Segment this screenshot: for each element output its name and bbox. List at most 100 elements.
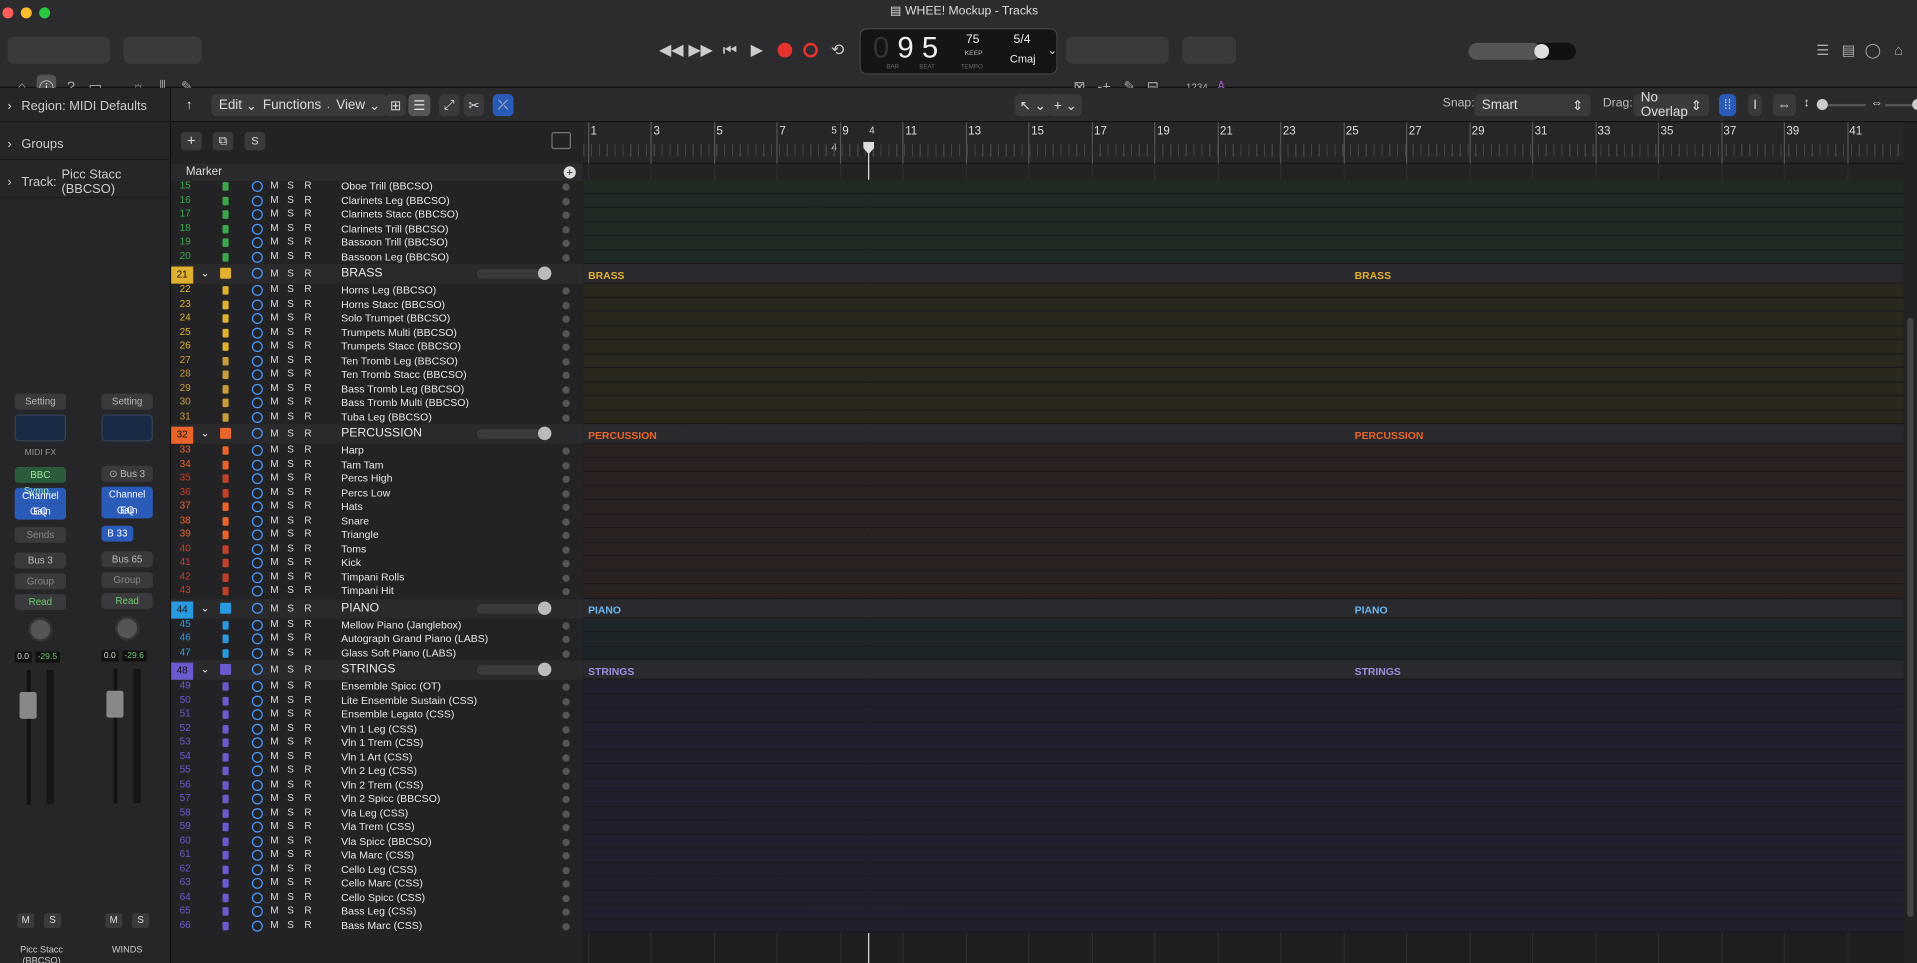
record-enable-button[interactable]: R — [304, 570, 311, 581]
track-header[interactable]: 27 M S R Ten Tromb Leg (BBCSO) — [171, 354, 583, 368]
track-lane[interactable] — [583, 820, 1904, 835]
record-enable-button[interactable]: R — [304, 919, 311, 930]
track-volume-knob[interactable] — [562, 301, 570, 309]
mute-button[interactable]: M — [270, 180, 278, 191]
folder-track-header[interactable]: 32 ⌄ M S R PERCUSSION — [171, 424, 584, 444]
track-lane[interactable] — [583, 862, 1904, 877]
master-volume-slider[interactable] — [1468, 42, 1576, 60]
group-slot[interactable]: Group — [14, 573, 67, 590]
track-lane[interactable] — [583, 584, 1904, 599]
mute-button[interactable]: M — [270, 570, 278, 581]
track-header[interactable]: 49 M S R Ensemble Spicc (OT) — [171, 680, 583, 694]
track-lane[interactable] — [583, 848, 1904, 863]
record-enable-button[interactable]: R — [304, 298, 311, 309]
power-icon[interactable] — [251, 284, 263, 296]
power-icon[interactable] — [251, 195, 263, 207]
solo-button[interactable]: S — [287, 736, 294, 747]
mute-button[interactable]: M — [270, 820, 278, 831]
track-header[interactable]: 62 M S R Cello Leg (CSS) — [171, 863, 583, 877]
folder-volume-slider[interactable] — [476, 426, 552, 441]
track-lane[interactable] — [583, 250, 1904, 265]
track-volume-knob[interactable] — [562, 908, 570, 916]
channel-eq-slot[interactable]: Channel EQ — [101, 486, 153, 516]
record-enable-button[interactable]: R — [304, 722, 311, 733]
scissors-icon[interactable]: ✂ — [463, 94, 485, 117]
track-lane[interactable] — [583, 325, 1904, 340]
power-icon[interactable] — [251, 267, 263, 279]
track-header[interactable]: 31 M S R Tuba Leg (BBCSO) — [171, 410, 583, 424]
track-header[interactable]: 15 M S R Oboe Trill (BBCSO) — [171, 180, 583, 194]
track-volume-knob[interactable] — [562, 795, 570, 804]
track-volume-knob[interactable] — [562, 880, 570, 888]
solo-button[interactable]: S — [287, 618, 294, 629]
solo-button[interactable]: S — [287, 396, 294, 407]
record-enable-button[interactable]: R — [304, 764, 311, 775]
record-enable-button[interactable]: R — [304, 180, 311, 191]
solo-button[interactable]: S — [287, 848, 294, 859]
volume-fader[interactable] — [101, 668, 152, 804]
solo-button[interactable]: S — [287, 472, 294, 483]
folder-track-header[interactable]: 21 ⌄ M S R BRASS — [171, 264, 584, 284]
eq-thumbnail[interactable] — [14, 414, 67, 442]
track-header[interactable]: 58 M S R Vla Leg (CSS) — [171, 806, 583, 820]
lcd-display[interactable]: 0 9 5 BAR BEAT 75 KEEP TEMPO 5/4 Cmaj ⌄ — [859, 28, 1058, 75]
track-volume-knob[interactable] — [562, 183, 570, 191]
solo-button[interactable]: S — [287, 863, 294, 874]
mute-button[interactable]: M — [270, 863, 278, 874]
track-header[interactable]: 41 M S R Kick — [171, 556, 583, 570]
track-volume-knob[interactable] — [562, 475, 570, 483]
solo-button[interactable]: S — [287, 194, 294, 205]
solo-button[interactable]: S — [287, 722, 294, 733]
sends-slot[interactable]: Sends — [14, 526, 67, 543]
folder-volume-slider[interactable] — [476, 600, 552, 615]
mute-button[interactable]: M — [270, 382, 278, 393]
power-icon[interactable] — [251, 695, 263, 707]
track-volume-knob[interactable] — [562, 559, 570, 568]
track-lane[interactable] — [583, 556, 1904, 571]
power-icon[interactable] — [251, 180, 263, 192]
solo-button[interactable]: S — [287, 354, 294, 365]
track-volume-knob[interactable] — [562, 574, 570, 582]
solo-button[interactable]: S — [132, 913, 150, 928]
power-icon[interactable] — [251, 633, 263, 645]
solo-button[interactable]: S — [287, 268, 294, 279]
track-lane[interactable] — [583, 457, 1904, 472]
track-volume-knob[interactable] — [562, 253, 570, 262]
mute-button[interactable]: M — [270, 556, 278, 567]
solo-button[interactable]: S — [287, 584, 294, 595]
power-icon[interactable] — [251, 835, 263, 847]
track-header[interactable]: 40 M S R Toms — [171, 542, 583, 556]
track-volume-knob[interactable] — [562, 725, 570, 733]
track-volume-knob[interactable] — [562, 866, 570, 874]
track-volume-knob[interactable] — [562, 489, 570, 497]
solo-button[interactable]: S — [287, 891, 294, 902]
mute-button[interactable]: M — [270, 792, 278, 803]
notepad-icon[interactable]: ▤ — [1839, 38, 1859, 62]
solo-button[interactable]: S — [287, 542, 294, 553]
solo-button[interactable]: S — [287, 905, 294, 916]
record-enable-button[interactable]: R — [304, 664, 311, 675]
track-lane[interactable] — [583, 410, 1904, 425]
track-volume-knob[interactable] — [562, 697, 570, 705]
mute-button[interactable]: M — [105, 913, 123, 928]
power-icon[interactable] — [251, 445, 263, 457]
track-volume-knob[interactable] — [562, 767, 570, 776]
track-lane[interactable] — [583, 598, 1904, 619]
record-enable-button[interactable]: R — [304, 708, 311, 719]
power-icon[interactable] — [251, 487, 263, 499]
output-slot[interactable]: Bus 3 — [14, 552, 67, 569]
track-volume-knob[interactable] — [562, 385, 570, 394]
mute-button[interactable]: M — [270, 919, 278, 930]
mute-button[interactable]: M — [270, 778, 278, 789]
folder-disclosure-icon[interactable]: ⌄ — [201, 427, 210, 440]
horizontal-zoom-slider[interactable] — [1885, 99, 1917, 111]
automation-mode[interactable]: Read — [101, 592, 153, 609]
solo-button[interactable]: S — [287, 458, 294, 469]
mute-button[interactable]: M — [270, 458, 278, 469]
record-enable-button[interactable]: R — [304, 584, 311, 595]
track-volume-knob[interactable] — [562, 287, 570, 295]
solo-button[interactable]: S — [287, 570, 294, 581]
group-slot[interactable]: Group — [101, 572, 153, 589]
track-lane[interactable] — [583, 221, 1904, 236]
track-lane[interactable] — [583, 283, 1904, 298]
